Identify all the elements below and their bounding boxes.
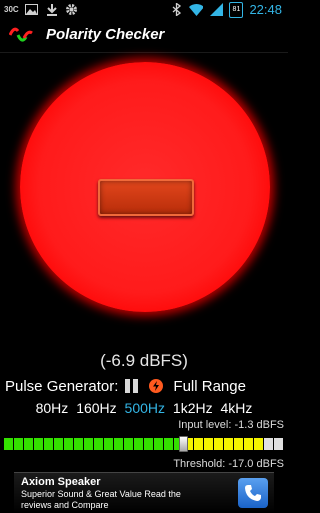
meter-segment <box>114 438 123 450</box>
ad-text[interactable]: Superior Sound & Great Value Read the re… <box>21 489 211 511</box>
meter-segment <box>214 438 223 450</box>
settings-icon <box>65 3 79 17</box>
range-icon[interactable] <box>149 379 164 393</box>
pause-icon[interactable] <box>125 379 139 393</box>
threshold-slider-thumb[interactable] <box>179 436 189 452</box>
frequency-option-1k2hz[interactable]: 1k2Hz <box>173 400 213 416</box>
notification-icons: 30C <box>4 2 79 17</box>
clock: 22:48 <box>249 2 282 17</box>
meter-segment <box>34 438 43 450</box>
meter-segment <box>164 438 173 450</box>
frequency-option-500hz[interactable]: 500Hz <box>125 400 165 416</box>
meter-segment <box>14 438 23 450</box>
range-label[interactable]: Full Range <box>173 378 246 395</box>
app-title: Polarity Checker <box>46 26 165 43</box>
meter-segment <box>54 438 63 450</box>
polarity-icon[interactable] <box>8 25 33 45</box>
ad-title[interactable]: Axiom Speaker <box>21 476 100 488</box>
frequency-option-80hz[interactable]: 80Hz <box>36 400 69 416</box>
meter-segment <box>124 438 133 450</box>
pulse-generator-label: Pulse Generator: <box>5 377 119 395</box>
input-level-label: Input level: -1.3 dBFS <box>178 419 284 431</box>
meter-segment <box>24 438 33 450</box>
pulse-generator-row: Pulse Generator: Full Range <box>5 376 246 396</box>
meter-segment <box>264 438 273 450</box>
meter-segment <box>4 438 13 450</box>
meter-segment <box>144 438 153 450</box>
status-bar: 30C 81 22:48 <box>0 0 288 19</box>
meter-segment <box>254 438 263 450</box>
meter-segment <box>234 438 243 450</box>
meter-segment <box>204 438 213 450</box>
level-meter-bar <box>4 438 284 450</box>
meter-segment <box>194 438 203 450</box>
signal-icon <box>209 3 223 17</box>
threshold-label: Threshold: -17.0 dBFS <box>173 458 284 470</box>
signal-level-readout: (-6.9 dBFS) <box>100 351 188 370</box>
meter-segment <box>274 438 283 450</box>
frequency-option-160hz[interactable]: 160Hz <box>76 400 116 416</box>
meter-segment <box>84 438 93 450</box>
meter-segment <box>134 438 143 450</box>
meter-segment <box>244 438 253 450</box>
meter-segment <box>104 438 113 450</box>
action-bar: Polarity Checker <box>0 19 288 53</box>
temperature-indicator: 30C <box>4 5 19 14</box>
meter-segment <box>154 438 163 450</box>
battery-icon: 81 <box>229 1 244 18</box>
phone-icon[interactable] <box>238 478 268 508</box>
frequency-selector: 80Hz 160Hz 500Hz 1k2Hz 4kHz <box>0 400 288 416</box>
wifi-icon <box>189 3 204 17</box>
ad-banner[interactable]: Axiom Speaker Superior Sound & Great Val… <box>14 472 274 513</box>
meter-segment <box>74 438 83 450</box>
meter-segment <box>64 438 73 450</box>
download-icon <box>45 3 59 17</box>
frequency-option-4khz[interactable]: 4kHz <box>220 400 252 416</box>
meter-segment <box>94 438 103 450</box>
level-meter[interactable] <box>4 436 284 452</box>
bluetooth-icon <box>169 3 183 17</box>
meter-segment <box>224 438 233 450</box>
meter-segment <box>44 438 53 450</box>
minus-sign-icon <box>98 179 194 216</box>
system-icons: 81 22:48 <box>169 1 282 18</box>
polarity-indicator <box>20 62 270 312</box>
image-icon <box>25 3 39 17</box>
